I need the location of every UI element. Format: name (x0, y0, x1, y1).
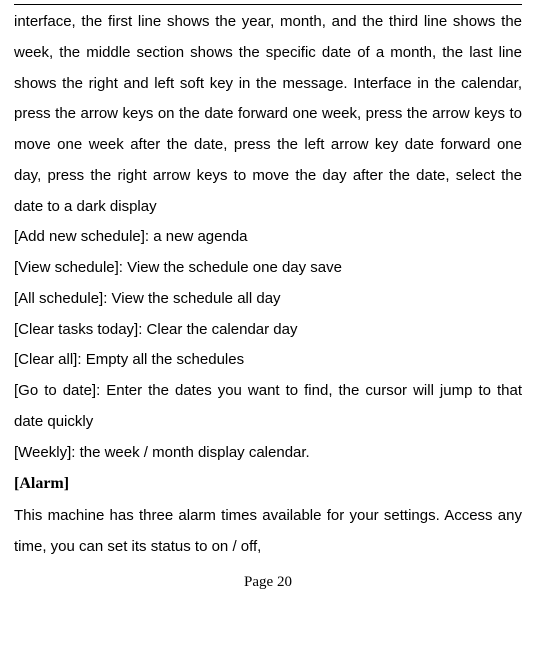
menu-item-go-to-date: [Go to date]: Enter the dates you want t… (14, 376, 522, 438)
alarm-heading: [Alarm] (14, 468, 522, 501)
menu-item-add-new-schedule: [Add new schedule]: a new agenda (14, 222, 522, 253)
menu-item-clear-tasks-today: [Clear tasks today]: Clear the calendar … (14, 315, 522, 346)
alarm-body: This machine has three alarm times avail… (14, 501, 522, 563)
intro-paragraph: interface, the first line shows the year… (14, 7, 522, 222)
page-content: interface, the first line shows the year… (14, 5, 522, 563)
page-footer: Page 20 (14, 573, 522, 591)
menu-item-view-schedule: [View schedule]: View the schedule one d… (14, 253, 522, 284)
menu-item-weekly: [Weekly]: the week / month display calen… (14, 438, 522, 469)
menu-item-all-schedule: [All schedule]: View the schedule all da… (14, 284, 522, 315)
menu-item-clear-all: [Clear all]: Empty all the schedules (14, 345, 522, 376)
